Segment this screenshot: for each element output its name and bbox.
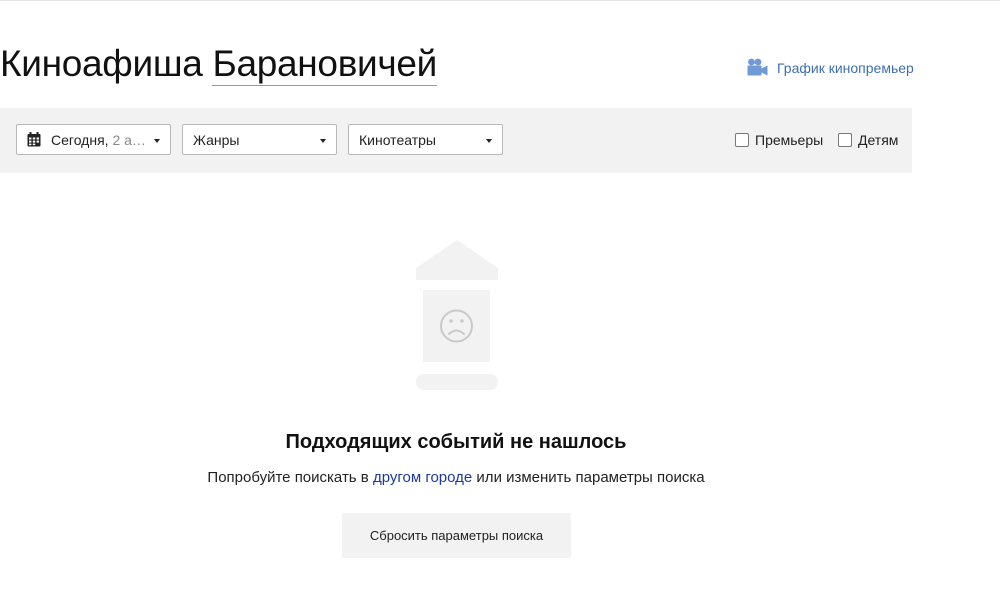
other-city-link[interactable]: другом городе [373, 469, 472, 486]
premieres-checkbox-box[interactable] [735, 133, 749, 147]
cinemas-dropdown-label: Кинотеатры [359, 131, 436, 148]
page-title: Киноафиша Барановичей [0, 42, 437, 86]
page-title-prefix: Киноафиша [0, 43, 203, 84]
date-dropdown-label: Сегодня, [51, 131, 109, 148]
film-camera-icon [747, 58, 768, 76]
premiere-schedule-label: График кинопремьер [777, 59, 914, 76]
reset-filters-button[interactable]: Сбросить параметры поиска [342, 513, 571, 558]
city-selector[interactable]: Барановичей [212, 43, 437, 86]
chevron-down-icon [486, 139, 492, 143]
chevron-down-icon [154, 139, 160, 143]
kids-checkbox-label: Детям [858, 132, 899, 148]
top-divider [0, 0, 1000, 1]
date-dropdown-value: 2 а… [112, 131, 146, 148]
cinemas-dropdown[interactable]: Кинотеатры [348, 124, 503, 155]
chevron-down-icon [320, 139, 326, 143]
premiere-schedule-link[interactable]: График кинопремьер [747, 58, 914, 77]
empty-state-hint-before: Попробуйте поискать в [207, 469, 373, 486]
date-dropdown[interactable]: Сегодня, 2 а… [16, 124, 171, 155]
genres-dropdown-label: Жанры [193, 131, 240, 148]
empty-state-hint: Попробуйте поискать в другом городе или … [0, 469, 912, 486]
genres-dropdown[interactable]: Жанры [182, 124, 337, 155]
filter-bar: Сегодня, 2 а… Жанры Кинотеатры Премьеры … [0, 108, 912, 173]
premieres-checkbox[interactable]: Премьеры [735, 132, 823, 148]
kids-checkbox[interactable]: Детям [838, 132, 898, 148]
empty-state-title: Подходящих событий не нашлось [285, 431, 627, 453]
premieres-checkbox-label: Премьеры [755, 132, 824, 148]
kids-checkbox-box[interactable] [838, 133, 852, 147]
sad-billboard-icon [416, 240, 498, 390]
empty-state-hint-after: или изменить параметры поиска [472, 469, 705, 486]
calendar-icon [27, 132, 41, 147]
